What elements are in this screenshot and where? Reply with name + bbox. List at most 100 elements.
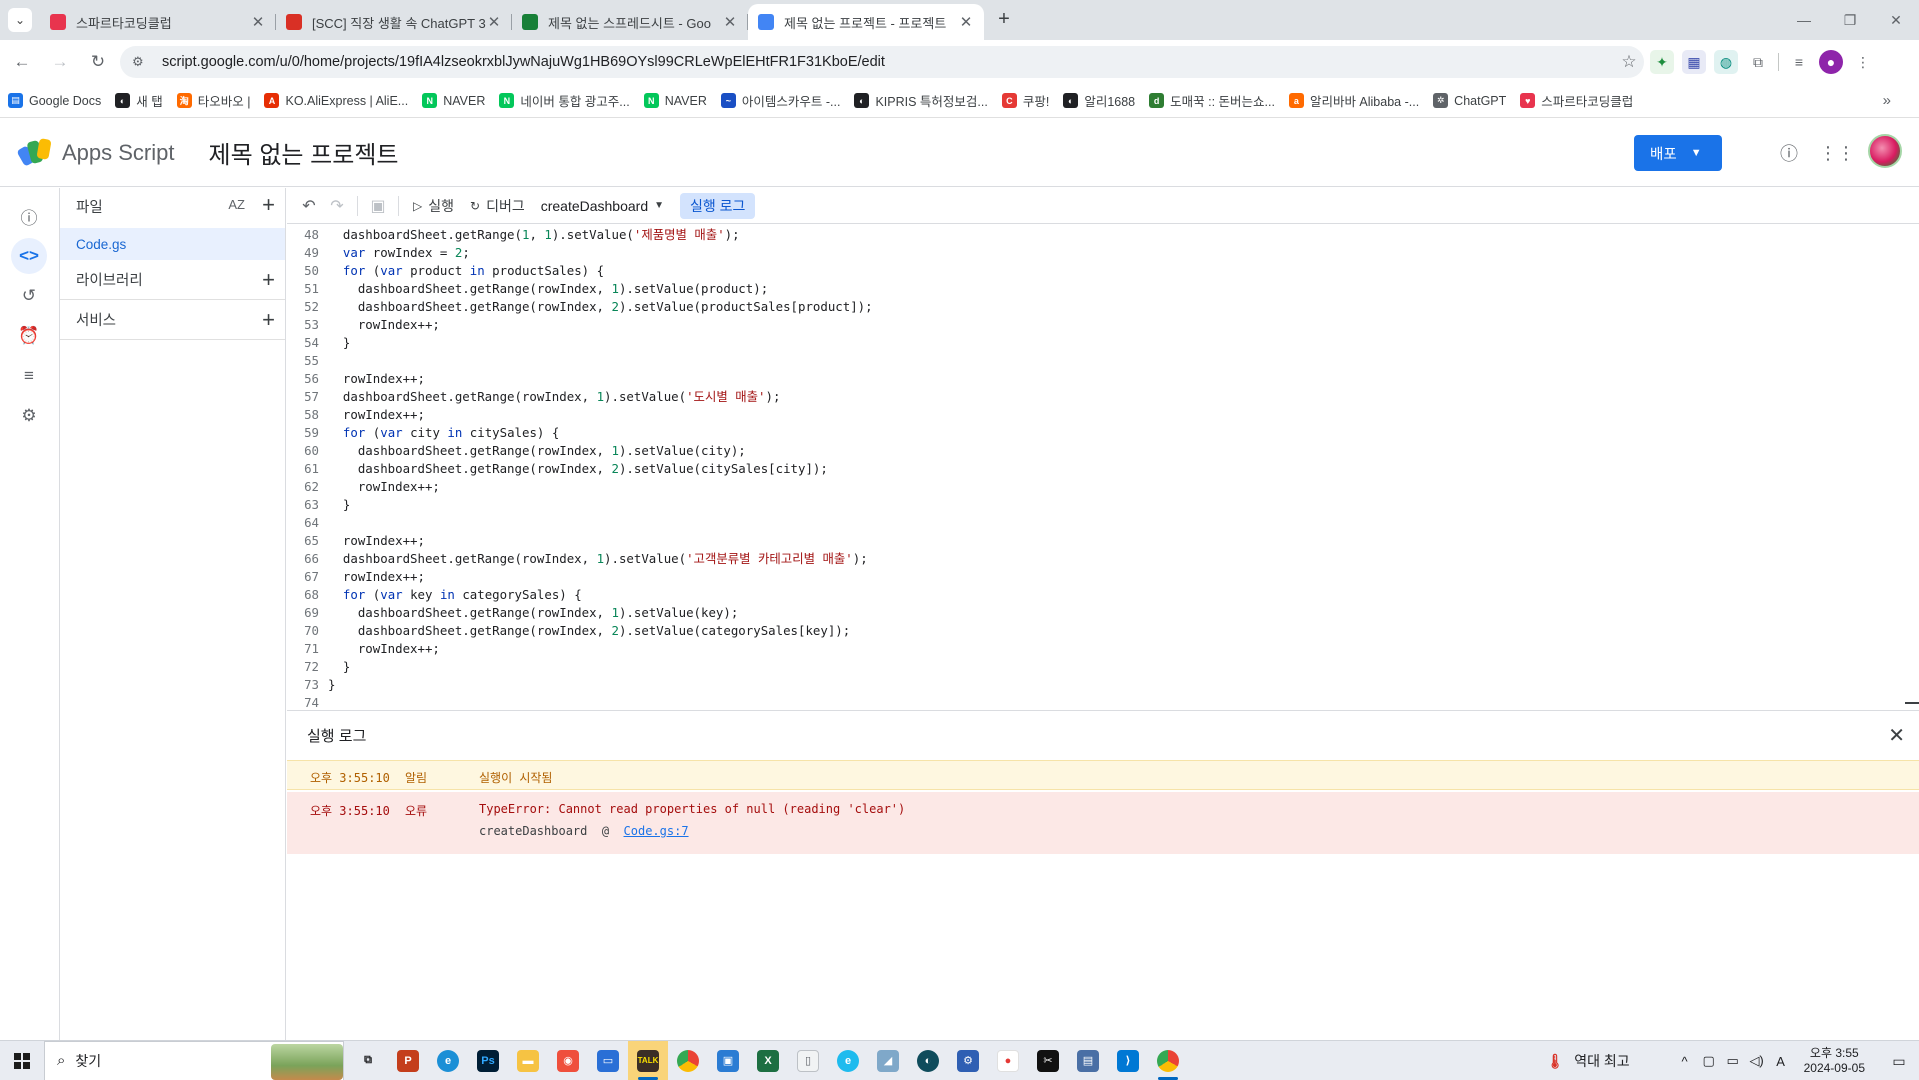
run-button[interactable]: ▷ 실행 xyxy=(405,192,462,220)
extension-icon[interactable]: ▦ xyxy=(1682,50,1706,74)
chevron-up-icon[interactable]: ^ xyxy=(1674,1054,1696,1069)
bookmark-item[interactable]: ♥ 스파르타코딩클럽 xyxy=(1520,91,1633,110)
add-service-icon[interactable]: + xyxy=(262,307,275,333)
undo-icon[interactable]: ↶ xyxy=(295,192,323,220)
code-editor[interactable]: 48 dashboardSheet.getRange(1, 1).setValu… xyxy=(287,225,1919,709)
bookmark-star-icon[interactable]: ☆ xyxy=(1614,52,1644,72)
browser-tab[interactable]: 스파르타코딩클럽 ✕ xyxy=(40,4,276,40)
browser-tab[interactable]: 제목 없는 스프레드시트 - Goo ✕ xyxy=(512,4,748,40)
back-icon[interactable]: ← xyxy=(6,46,38,78)
browser-tab[interactable]: 제목 없는 프로젝트 - 프로젝트 ✕ xyxy=(748,4,984,40)
excel-icon[interactable]: X xyxy=(748,1041,788,1080)
notification-icon[interactable]: ▭ xyxy=(1879,1053,1919,1070)
redo-icon[interactable]: ↷ xyxy=(323,192,351,220)
media-queue-icon[interactable]: ≡ xyxy=(1787,50,1811,74)
powerpoint-icon[interactable]: P xyxy=(388,1041,428,1080)
network-icon[interactable]: ▭ xyxy=(1722,1053,1744,1069)
bookmark-item[interactable]: ◐ 알리1688 xyxy=(1063,91,1135,110)
edge-icon[interactable]: e xyxy=(428,1041,468,1080)
bookmark-item[interactable]: ~ 아이템스카우트 -... xyxy=(720,91,840,110)
site-info-icon[interactable]: ⚙ xyxy=(132,54,152,70)
history-icon[interactable]: ↺ xyxy=(11,278,47,314)
tab-close-icon[interactable]: ✕ xyxy=(250,13,266,31)
deploy-button[interactable]: 배포 ▼ xyxy=(1634,135,1722,171)
start-button[interactable] xyxy=(0,1041,44,1080)
kakaotalk-icon[interactable]: TALK xyxy=(628,1040,668,1080)
weather-widget[interactable]: 🌡 역대 최고 xyxy=(1546,1051,1629,1071)
close-window-icon[interactable]: ✕ xyxy=(1873,0,1919,40)
kebab-menu-icon[interactable]: ⋮ xyxy=(1851,50,1875,74)
volume-icon[interactable]: ◁) xyxy=(1746,1053,1768,1069)
puzzle-icon[interactable]: ⧉ xyxy=(1746,50,1770,74)
bookmark-item[interactable]: C 쿠팡! xyxy=(1001,91,1049,110)
capture-app-icon[interactable]: ◉ xyxy=(548,1041,588,1080)
sort-az-icon[interactable]: AZ xyxy=(228,197,245,212)
reload-icon[interactable]: ↻ xyxy=(82,46,114,78)
add-library-icon[interactable]: + xyxy=(262,267,275,293)
restore-icon[interactable]: ❐ xyxy=(1827,0,1873,40)
app-icon[interactable]: ▣ xyxy=(708,1041,748,1080)
chevron-right-icon[interactable]: » xyxy=(1883,92,1891,109)
triggers-alarm-icon[interactable]: ⏰ xyxy=(11,318,47,354)
file-explorer-icon[interactable]: ▬ xyxy=(508,1041,548,1080)
minimize-icon[interactable]: — xyxy=(1781,0,1827,40)
capcut-icon[interactable]: ✂ xyxy=(1028,1041,1068,1080)
new-tab-button[interactable]: + xyxy=(990,6,1018,34)
taskbar-search[interactable]: ⌕ 찾기 xyxy=(44,1040,344,1080)
avatar[interactable] xyxy=(1868,134,1902,168)
bookmark-item[interactable]: a 알리바바 Alibaba -... xyxy=(1288,91,1419,110)
bookmark-item[interactable]: ◐ 새 탭 xyxy=(115,91,163,110)
extension-icon[interactable]: ◍ xyxy=(1714,50,1738,74)
help-icon[interactable]: ⓘ xyxy=(1775,139,1803,167)
task-view-icon[interactable]: ⧉ xyxy=(348,1041,388,1080)
notepad-icon[interactable]: ▯ xyxy=(788,1041,828,1080)
save-icon[interactable]: ▣ xyxy=(364,192,392,220)
execution-log-toggle[interactable]: 실행 로그 xyxy=(680,192,756,219)
close-icon[interactable]: ✕ xyxy=(1888,723,1905,748)
extension-icon[interactable]: ✦ xyxy=(1650,50,1674,74)
project-title[interactable]: 제목 없는 프로젝트 xyxy=(209,135,399,170)
recorder-icon[interactable]: ● xyxy=(988,1041,1028,1080)
executions-icon[interactable]: ≡ xyxy=(11,358,47,394)
forward-icon[interactable]: → xyxy=(44,46,76,78)
bookmark-item[interactable]: A KO.AliExpress | AliE... xyxy=(264,93,408,108)
omnibox[interactable]: ⚙ script.google.com/u/0/home/projects/19… xyxy=(120,46,1644,78)
debug-button[interactable]: ↻ 디버그 xyxy=(462,192,533,220)
editor-scrollbar[interactable] xyxy=(1907,225,1919,709)
bookmark-item[interactable]: N NAVER xyxy=(422,93,485,108)
libraries-section[interactable]: 라이브러리 + xyxy=(60,260,285,300)
bookmark-item[interactable]: 淘 타오바오 | xyxy=(176,91,250,110)
tab-close-icon[interactable]: ✕ xyxy=(958,13,974,31)
editor-icon[interactable]: <> xyxy=(11,238,47,274)
chrome-icon[interactable] xyxy=(668,1041,708,1080)
internet-explorer-icon[interactable]: e xyxy=(828,1041,868,1080)
add-file-icon[interactable]: + xyxy=(262,192,275,218)
apps-grid-icon[interactable]: ⋮⋮ xyxy=(1819,139,1855,167)
device-icon[interactable]: ▢ xyxy=(1698,1053,1720,1069)
file-item-code-gs[interactable]: Code.gs xyxy=(60,228,285,260)
bookmark-item[interactable]: ✲ ChatGPT xyxy=(1433,93,1506,108)
profile-icon[interactable]: ● xyxy=(1819,50,1843,74)
bookmark-item[interactable]: ◐ KIPRIS 특허정보검... xyxy=(854,91,988,110)
settings-app-icon[interactable]: ⚙ xyxy=(948,1041,988,1080)
url-text[interactable]: script.google.com/u/0/home/projects/19fI… xyxy=(162,54,1614,70)
bookmark-item[interactable]: ▤ Google Docs xyxy=(8,93,101,108)
tab-close-icon[interactable]: ✕ xyxy=(722,13,738,31)
clock[interactable]: 오후 3:55 2024-09-05 xyxy=(1804,1046,1865,1076)
settings-gear-icon[interactable]: ⚙ xyxy=(11,398,47,434)
monitor-app-icon[interactable]: ▭ xyxy=(588,1041,628,1080)
bookmark-item[interactable]: N 네이버 통합 광고주... xyxy=(499,91,630,110)
bookmark-item[interactable]: N NAVER xyxy=(643,93,707,108)
tab-close-icon[interactable]: ✕ xyxy=(486,13,502,31)
browser-tab[interactable]: [SCC] 직장 생활 속 ChatGPT 3(✕ xyxy=(276,4,512,40)
bookmark-item[interactable]: d 도매꾹 :: 돈버는쇼... xyxy=(1149,91,1275,110)
edge-dev-icon[interactable]: ◐ xyxy=(908,1041,948,1080)
tablet-app-icon[interactable]: ◢ xyxy=(868,1041,908,1080)
function-select[interactable]: createDashboard ▼ xyxy=(533,192,672,220)
stack-source-link[interactable]: Code.gs:7 xyxy=(624,824,689,838)
chrome-active-icon[interactable] xyxy=(1148,1041,1188,1080)
ime-indicator[interactable]: A xyxy=(1770,1054,1792,1069)
remote-app-icon[interactable]: ▤ xyxy=(1068,1041,1108,1080)
tab-search-button[interactable]: ⌄ xyxy=(8,8,32,32)
vscode-icon[interactable]: ⟩ xyxy=(1108,1041,1148,1080)
